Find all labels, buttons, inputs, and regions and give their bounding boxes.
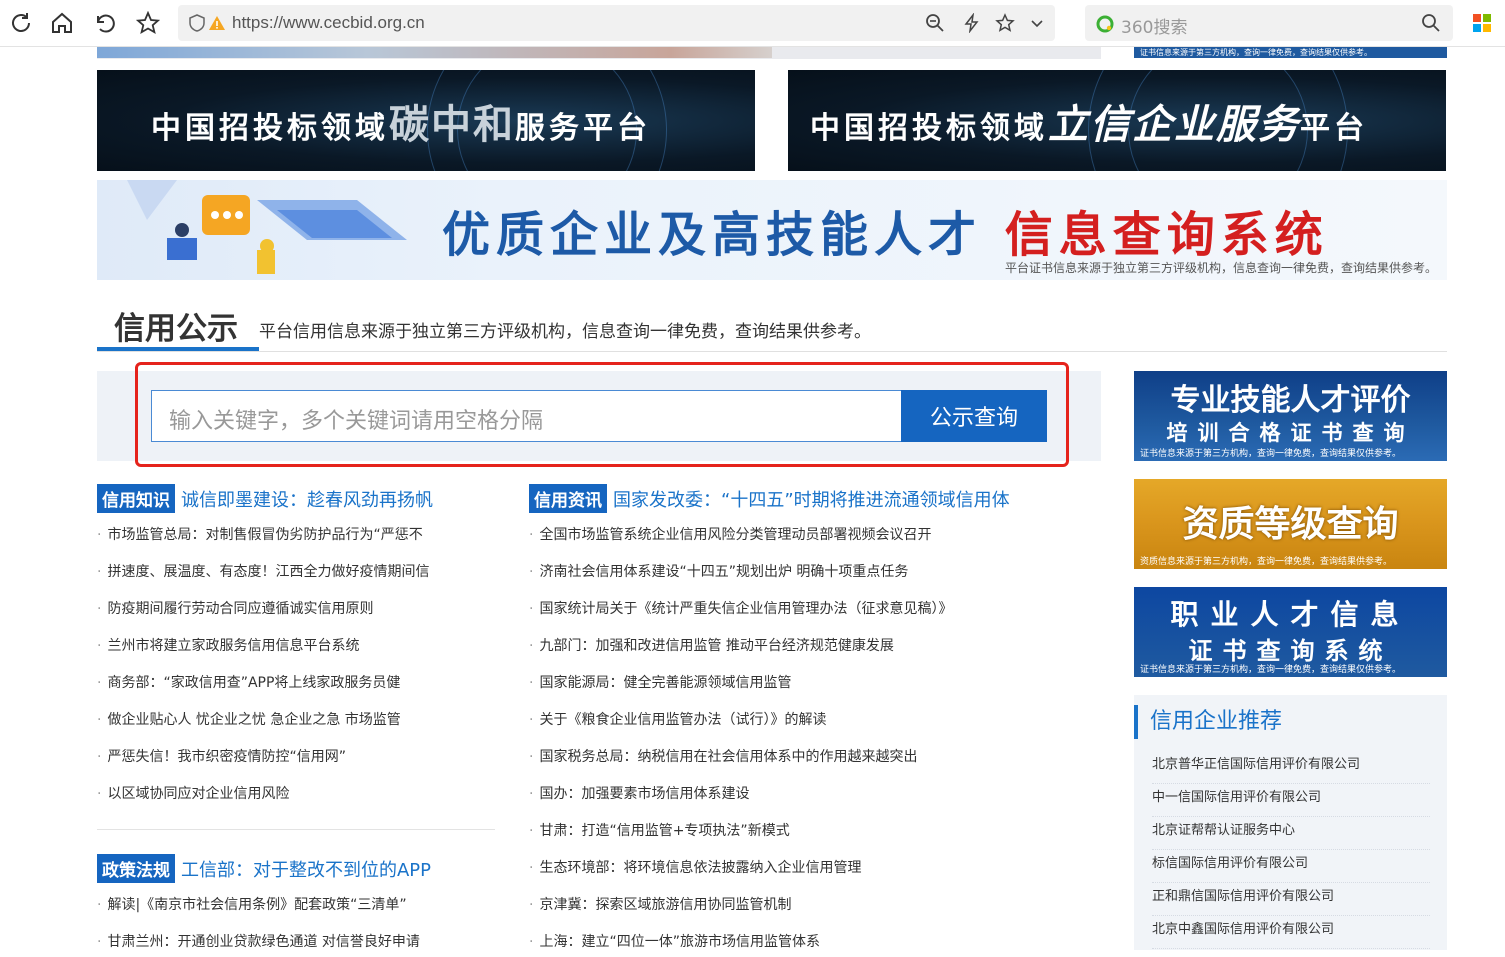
column-divider	[97, 829, 495, 830]
lightning-icon[interactable]	[961, 12, 983, 34]
list-item[interactable]: 济南社会信用体系建设“十四五”规划出炉 明确十项重点任务	[529, 561, 1089, 598]
home-icon[interactable]	[47, 8, 77, 38]
credit-knowledge-tag[interactable]: 信用知识	[97, 484, 175, 513]
address-bar[interactable]: https://www.cecbid.org.cn	[178, 5, 1055, 41]
list-item[interactable]: 甘肃兰州：开通创业贷款绿色通道 对信誉良好申请	[97, 931, 497, 957]
top-banner-fragment	[97, 47, 1101, 59]
top-right-ad-fragment[interactable]: 证书信息来源于第三方机构，查询一律免费，查询结果仅供参考。	[1134, 47, 1447, 58]
url-text: https://www.cecbid.org.cn	[232, 13, 425, 32]
list-item[interactable]: 关于《粮食企业信用监管办法（试行）》的解读	[529, 709, 1089, 746]
list-item[interactable]: 正和鼎信国际信用评价有限公司	[1152, 883, 1430, 916]
carbon-neutral-banner[interactable]: 中国招投标领域碳中和服务平台	[97, 70, 755, 171]
credit-news-headline[interactable]: 国家发改委：“十四五”时期将推进流通领域信用体	[613, 486, 1010, 512]
list-item[interactable]: 严惩失信！我市织密疫情防控“信用网”	[97, 746, 497, 783]
bookmark-star-icon[interactable]	[994, 12, 1016, 34]
credit-banner-title: 中国招投标领域立信企业服务平台	[810, 101, 1368, 148]
list-item[interactable]: 国家能源局：健全完善能源领域信用监管	[529, 672, 1089, 709]
section-header: 信用公示 平台信用信息来源于独立第三方评级机构，信息查询一律免费，查询结果供参考…	[97, 297, 1447, 352]
policy-list: 解读|《南京市社会信用条例》配套政策“三清单” 甘肃兰州：开通创业贷款绿色通道 …	[97, 894, 497, 957]
list-item[interactable]: 北京证帮帮认证服务中心	[1152, 817, 1430, 850]
zoom-icon[interactable]	[924, 12, 946, 34]
list-item[interactable]: 中一信国际信用评价有限公司	[1152, 784, 1430, 817]
360-logo-icon	[1095, 14, 1115, 38]
browser-search-placeholder: 360搜索	[1121, 18, 1188, 38]
policy-headline[interactable]: 工信部：对于整改不到位的APP	[181, 856, 431, 882]
credit-knowledge-list: 市场监管总局：对制售假冒伪劣防护品行为“严惩不 拼速度、展温度、有态度！江西全力…	[97, 524, 497, 820]
credit-news-header: 信用资讯 国家发改委：“十四五”时期将推进流通领域信用体	[529, 484, 1010, 513]
list-item[interactable]: 以区域协同应对企业信用风险	[97, 783, 497, 820]
shield-icon	[186, 12, 208, 34]
list-item[interactable]: 生态环境部：将环境信息依法披露纳入企业信用管理	[529, 857, 1089, 894]
reload-icon[interactable]	[6, 8, 36, 38]
list-item[interactable]: 全国市场监管系统企业信用风险分类管理动员部署视频会议召开	[529, 524, 1089, 561]
undo-icon[interactable]	[90, 8, 120, 38]
public-query-button[interactable]: 公示查询	[901, 390, 1047, 442]
recommended-enterprises-title: 信用企业推荐	[1134, 705, 1282, 739]
list-item[interactable]: 做企业贴心人 忧企业之忧 急企业之急 市场监管	[97, 709, 497, 746]
list-item[interactable]: 市场监管总局：对制售假冒伪劣防护品行为“严惩不	[97, 524, 497, 561]
apps-grid-icon[interactable]	[1472, 13, 1492, 37]
keyword-search-input[interactable]: 输入关键字，多个关键词请用空格分隔	[151, 390, 901, 442]
chevron-down-icon[interactable]	[1026, 12, 1048, 34]
policy-header: 政策法规 工信部：对于整改不到位的APP	[97, 854, 431, 883]
credit-knowledge-headline[interactable]: 诚信即墨建设：趁春风劲再扬帆	[181, 486, 433, 512]
list-item[interactable]: 上海：建立“四位一体”旅游市场信用监管体系	[529, 931, 1089, 957]
list-item[interactable]: 北京中鑫国际信用评价有限公司	[1152, 916, 1430, 949]
section-description: 平台信用信息来源于独立第三方评级机构，信息查询一律免费，查询结果供参考。	[259, 322, 871, 342]
list-item[interactable]: 九部门：加强和改进信用监管 推动平台经济规范健康发展	[529, 635, 1089, 672]
section-title: 信用公示	[97, 297, 259, 351]
professional-talent-ad[interactable]: 职业人才信息 证书查询系统 证书信息来源于第三方机构，查询一律免费，查询结果仅供…	[1134, 587, 1447, 677]
list-item[interactable]: 国家统计局关于《统计严重失信企业信用管理办法（征求意见稿）》	[529, 598, 1089, 635]
recommended-enterprises-panel: 信用企业推荐 北京普华正信国际信用评价有限公司 中一信国际信用评价有限公司 北京…	[1134, 695, 1447, 950]
credit-knowledge-header: 信用知识 诚信即墨建设：趁春风劲再扬帆	[97, 484, 433, 513]
credit-news-tag[interactable]: 信用资讯	[529, 484, 607, 513]
list-item[interactable]: 商务部：“家政信用查”APP将上线家政服务员健	[97, 672, 497, 709]
search-icon[interactable]	[1421, 13, 1441, 37]
recommended-enterprises-list: 北京普华正信国际信用评价有限公司 中一信国际信用评价有限公司 北京证帮帮认证服务…	[1152, 751, 1430, 949]
illustration-icon	[127, 180, 407, 274]
talent-banner-note: 平台证书信息来源于独立第三方评级机构，信息查询一律免费，查询结果供参考。	[1004, 261, 1437, 275]
favorite-star-icon[interactable]	[133, 8, 163, 38]
list-item[interactable]: 北京普华正信国际信用评价有限公司	[1152, 751, 1430, 784]
skill-talent-ad[interactable]: 专业技能人才评价 培训合格证书查询 证书信息来源于第三方机构，查询一律免费，查询…	[1134, 371, 1447, 461]
talent-query-banner[interactable]: 优质企业及高技能人才 信息查询系统 平台证书信息来源于独立第三方评级机构，信息查…	[97, 180, 1447, 280]
carbon-banner-title: 中国招投标领域碳中和服务平台	[151, 101, 651, 148]
list-item[interactable]: 国家税务总局：纳税信用在社会信用体系中的作用越来越突出	[529, 746, 1089, 783]
browser-toolbar: https://www.cecbid.org.cn 360搜索	[0, 0, 1505, 47]
list-item[interactable]: 京津冀：探索区域旅游信用协同监管机制	[529, 894, 1089, 931]
list-item[interactable]: 兰州市将建立家政服务信用信息平台系统	[97, 635, 497, 672]
warning-icon	[206, 12, 228, 34]
list-item[interactable]: 解读|《南京市社会信用条例》配套政策“三清单”	[97, 894, 497, 931]
credit-enterprise-banner[interactable]: 中国招投标领域立信企业服务平台	[788, 70, 1446, 171]
browser-search-box[interactable]: 360搜索	[1085, 5, 1453, 41]
list-item[interactable]: 甘肃：打造“信用监管+专项执法”新模式	[529, 820, 1089, 857]
credit-news-list: 全国市场监管系统企业信用风险分类管理动员部署视频会议召开 济南社会信用体系建设“…	[529, 524, 1089, 957]
list-item[interactable]: 拼速度、展温度、有态度！江西全力做好疫情期间信	[97, 561, 497, 598]
list-item[interactable]: 防疫期间履行劳动合同应遵循诚实信用原则	[97, 598, 497, 635]
qualification-query-ad[interactable]: 资质等级查询 资质信息来源于第三方机构，查询一律免费，查询结果供参考。	[1134, 479, 1447, 569]
policy-tag[interactable]: 政策法规	[97, 854, 175, 883]
list-item[interactable]: 标信国际信用评价有限公司	[1152, 850, 1430, 883]
talent-banner-title: 优质企业及高技能人才 信息查询系统	[442, 207, 1329, 263]
list-item[interactable]: 国办：加强要素市场信用体系建设	[529, 783, 1089, 820]
